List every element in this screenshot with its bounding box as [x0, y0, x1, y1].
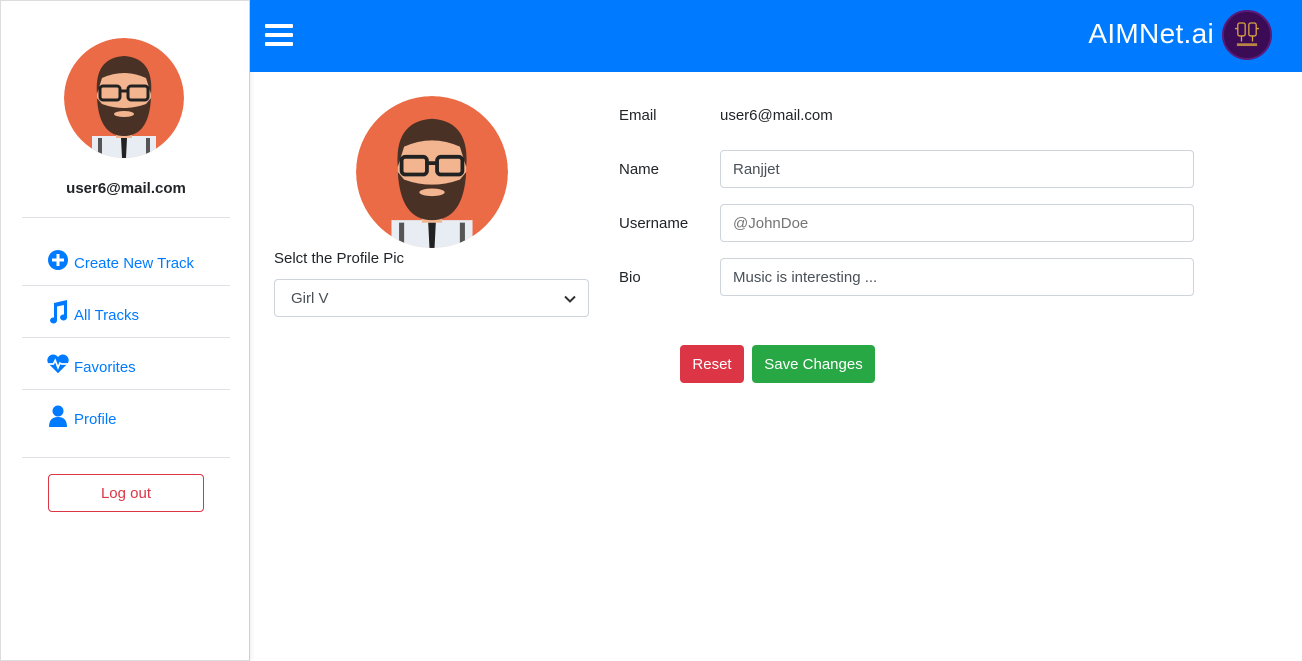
bio-input[interactable]	[720, 258, 1194, 296]
sidebar-item-label: Profile	[74, 410, 117, 428]
sidebar-item-favorites[interactable]: Favorites	[22, 338, 230, 390]
heart-pulse-icon	[46, 352, 70, 376]
bio-label: Bio	[619, 269, 641, 286]
save-changes-button[interactable]: Save Changes	[752, 345, 875, 383]
reset-button[interactable]: Reset	[680, 345, 744, 383]
sidebar-divider	[22, 457, 230, 458]
sidebar-item-label: Favorites	[74, 358, 136, 376]
profile-pic-label: Selct the Profile Pic	[274, 250, 405, 267]
user-icon	[46, 404, 70, 428]
chevron-down-icon	[564, 290, 576, 307]
sidebar-user-email: user6@mail.com	[66, 180, 186, 197]
sidebar-item-create-new-track[interactable]: Create New Track	[22, 234, 230, 286]
profile-pic-select[interactable]: Girl V	[274, 279, 589, 317]
username-label: Username	[619, 215, 689, 232]
plus-circle-icon	[46, 248, 70, 272]
brand-logo-icon	[1222, 10, 1272, 60]
sidebar: user6@mail.com Create New Track All Trac…	[0, 0, 250, 661]
user-avatar	[64, 38, 184, 158]
email-value: user6@mail.com	[720, 107, 833, 124]
username-input[interactable]	[720, 204, 1194, 242]
sidebar-item-label: Create New Track	[74, 254, 195, 272]
profile-avatar-preview	[356, 96, 508, 248]
sidebar-item-label: All Tracks	[74, 306, 140, 324]
logout-button[interactable]: Log out	[48, 474, 204, 512]
hamburger-menu-icon[interactable]	[265, 24, 293, 46]
name-label: Name	[619, 161, 660, 178]
sidebar-item-all-tracks[interactable]: All Tracks	[22, 286, 230, 338]
music-note-icon	[46, 300, 70, 324]
sidebar-divider	[22, 217, 230, 218]
brand-name: AIMNet.ai	[1088, 18, 1214, 49]
profile-pic-selected-value: Girl V	[291, 289, 329, 307]
email-label: Email	[619, 107, 657, 124]
sidebar-item-profile[interactable]: Profile	[22, 390, 230, 442]
top-navbar: AIMNet.ai	[250, 0, 1302, 72]
name-input[interactable]	[720, 150, 1194, 188]
